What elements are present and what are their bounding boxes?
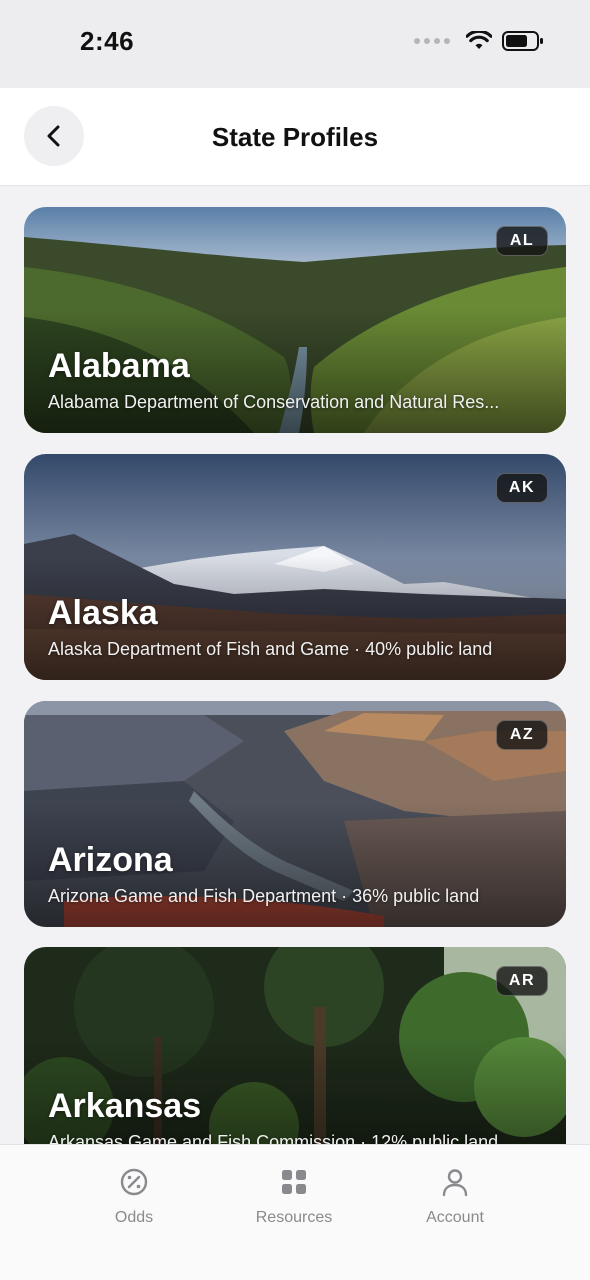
state-card-alabama[interactable]: AL Alabama Alabama Department of Conserv… xyxy=(24,207,566,433)
grid-icon xyxy=(282,1170,306,1194)
status-bar: 2:46 xyxy=(0,0,590,88)
state-list[interactable]: AL Alabama Alabama Department of Conserv… xyxy=(0,186,590,1144)
tab-bar: Odds Resources Account xyxy=(0,1144,590,1280)
state-agency-subtitle: Alaska Department of Fish and Game · 40%… xyxy=(48,639,493,659)
status-icons xyxy=(414,30,544,52)
wifi-icon xyxy=(466,31,492,49)
state-card-alaska[interactable]: AK Alaska Alaska Department of Fish and … xyxy=(24,454,566,680)
state-code-badge: AZ xyxy=(496,720,548,750)
cellular-signal-icon xyxy=(414,38,450,44)
person-icon xyxy=(442,1169,468,1197)
state-name: Arkansas xyxy=(48,1087,202,1125)
state-card-arizona[interactable]: AZ Arizona Arizona Game and Fish Departm… xyxy=(24,701,566,927)
tab-resources[interactable]: Resources xyxy=(214,1167,374,1227)
status-time: 2:46 xyxy=(80,26,135,56)
page-title: State Profiles xyxy=(211,122,379,152)
state-agency-subtitle: Arizona Game and Fish Department · 36% p… xyxy=(48,886,480,906)
state-card-arkansas[interactable]: AR Arkansas Arkansas Game and Fish Commi… xyxy=(24,947,566,1144)
state-agency-subtitle: Arkansas Game and Fish Commission · 12% … xyxy=(48,1132,499,1144)
tab-label: Account xyxy=(426,1209,484,1226)
state-code-badge: AL xyxy=(496,226,548,256)
tab-label: Odds xyxy=(114,1209,154,1226)
battery-icon xyxy=(502,31,543,51)
state-code-badge: AR xyxy=(495,966,548,996)
state-code-badge: AK xyxy=(495,473,548,503)
state-name: Alabama xyxy=(48,347,190,385)
tab-odds[interactable]: Odds xyxy=(54,1167,214,1227)
state-name: Alaska xyxy=(48,594,158,632)
state-name: Arizona xyxy=(48,841,173,879)
state-agency-subtitle: Alabama Department of Conservation and N… xyxy=(48,392,500,412)
tab-label: Resources xyxy=(255,1209,333,1226)
percent-icon xyxy=(120,1168,148,1196)
tab-account[interactable]: Account xyxy=(375,1167,535,1227)
navigation-header: State Profiles xyxy=(0,88,590,186)
